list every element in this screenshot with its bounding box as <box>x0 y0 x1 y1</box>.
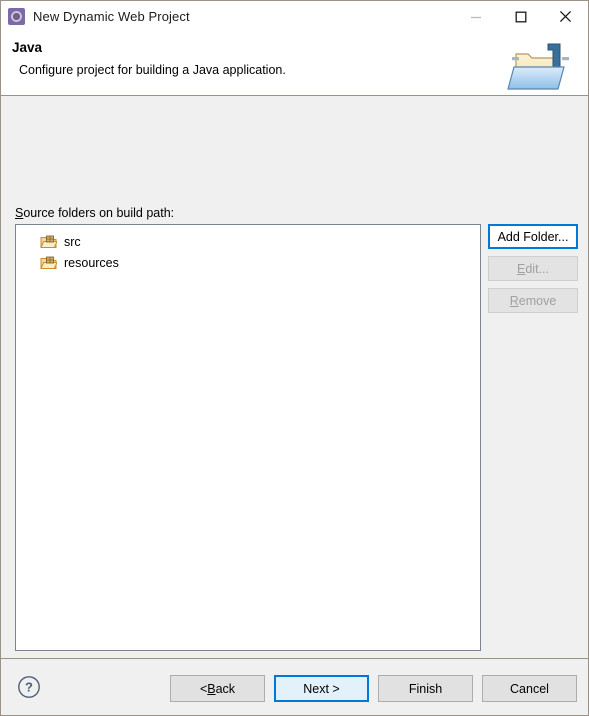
next-button[interactable]: Next > <box>274 675 369 702</box>
window-controls <box>453 1 588 32</box>
source-folder-icon <box>40 234 57 249</box>
remove-button: Remove <box>488 288 578 313</box>
wizard-nav-buttons: < Back Next > Finish Cancel <box>170 675 577 702</box>
minimize-icon[interactable] <box>453 1 498 32</box>
source-folders-label: Source folders on build path: <box>15 206 174 220</box>
title-bar: New Dynamic Web Project <box>1 1 588 32</box>
source-folders-list[interactable]: src resources <box>15 224 481 651</box>
java-folder-icon <box>504 34 580 94</box>
remove-button-mnemonic: R <box>509 293 519 308</box>
back-button-suffix: ack <box>215 681 236 696</box>
list-item-label: src <box>64 234 81 249</box>
wizard-header: Java Configure project for building a Ja… <box>1 32 588 96</box>
dialog-footer: ? < Back Next > Finish Cancel <box>1 658 588 715</box>
source-folder-icon <box>40 255 57 270</box>
list-item-label: resources <box>64 255 119 270</box>
back-button[interactable]: < Back <box>170 675 265 702</box>
finish-button[interactable]: Finish <box>378 675 473 702</box>
list-item[interactable]: src <box>16 231 480 252</box>
window-title: New Dynamic Web Project <box>33 9 190 24</box>
source-folders-label-rest: ource folders on build path: <box>23 206 175 220</box>
page-title: Java <box>12 40 43 55</box>
edit-button-mnemonic: E <box>517 261 526 276</box>
source-folder-actions: Add Folder... Edit... Remove <box>488 224 578 313</box>
close-icon[interactable] <box>543 1 588 32</box>
back-button-prefix: < <box>199 681 208 696</box>
edit-button: Edit... <box>488 256 578 281</box>
dialog-window: New Dynamic Web Project Java Configure p… <box>0 0 589 716</box>
add-folder-button[interactable]: Add Folder... <box>488 224 578 249</box>
svg-text:?: ? <box>25 680 33 695</box>
list-item[interactable]: resources <box>16 252 480 273</box>
eclipse-wizard-icon <box>8 8 25 25</box>
cancel-button[interactable]: Cancel <box>482 675 577 702</box>
back-button-mnemonic: B <box>207 681 216 696</box>
maximize-icon[interactable] <box>498 1 543 32</box>
help-icon[interactable]: ? <box>17 675 41 699</box>
wizard-body: Source folders on build path: src resour… <box>1 96 588 702</box>
page-description: Configure project for building a Java ap… <box>19 63 286 77</box>
